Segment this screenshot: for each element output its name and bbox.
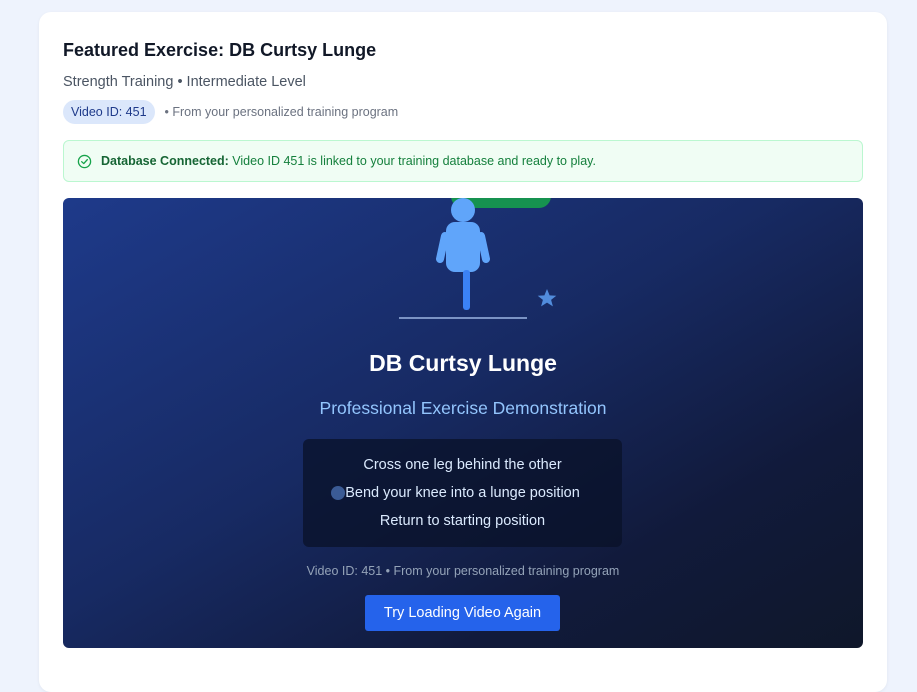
card-title: Featured Exercise: DB Curtsy Lunge [63,40,377,60]
player-footer-text: Video ID: 451 • From your personalized t… [306,564,620,578]
video-id-badge: Video ID: 451 [63,100,155,124]
step-item: Bend your knee into a lunge position [345,485,580,501]
featured-exercise-card: Featured Exercise: DB Curtsy Lunge Stren… [39,12,887,692]
figure-right-arm [477,232,490,263]
figure-torso [446,222,480,272]
status-message: Video ID 451 is linked to your training … [228,154,596,168]
card-subtitle: Strength Training • Intermediate Level [63,74,306,90]
program-source-text: • From your personalized training progra… [164,105,399,119]
database-status-banner: Database Connected: Video ID 451 is link… [63,140,863,182]
video-player[interactable]: DB Curtsy Lunge Professional Exercise De… [63,198,863,648]
retry-video-button[interactable]: Try Loading Video Again [365,595,560,631]
meta-row: Video ID: 451 • From your personalized t… [63,100,398,124]
figure-leg [463,270,470,310]
status-text: Database Connected: Video ID 451 is link… [101,154,596,168]
step-item: Return to starting position [379,513,546,529]
figure-head [451,198,475,222]
check-circle-icon [77,154,92,169]
exercise-figure-illustration [399,198,557,319]
figure-left-arm [436,232,449,263]
status-label: Database Connected: [101,154,229,168]
star-icon [537,289,557,307]
step-item: Cross one leg behind the other [363,457,562,473]
exercise-name: DB Curtsy Lunge [369,350,557,376]
exercise-steps-panel: Cross one leg behind the other Bend your… [303,439,622,547]
exercise-subtitle: Professional Exercise Demonstration [319,398,607,418]
